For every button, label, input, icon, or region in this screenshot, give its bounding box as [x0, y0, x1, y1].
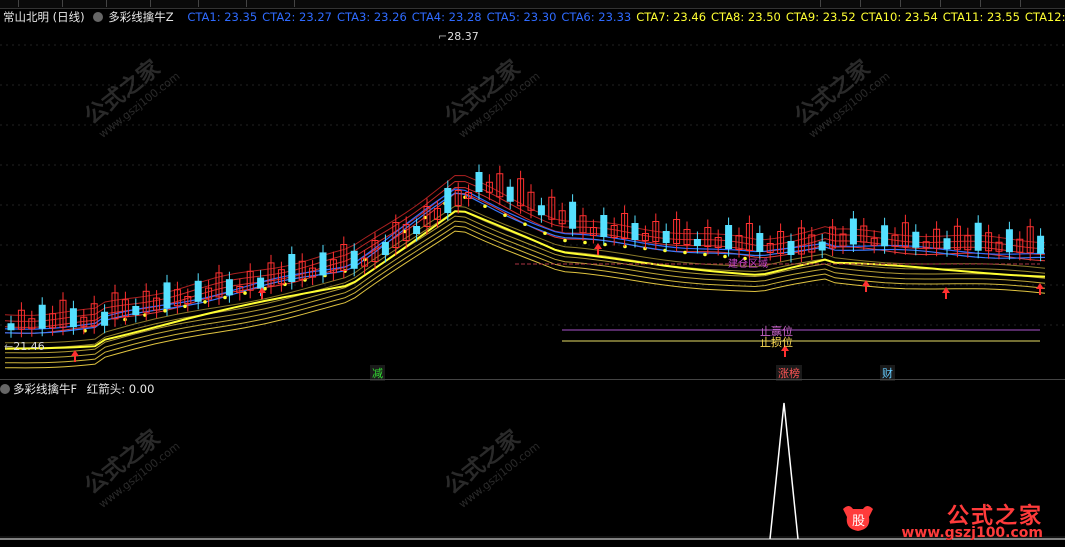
candle-body: [257, 277, 265, 289]
cta-value: CTA1: 23.35: [187, 10, 258, 24]
indicator-name: 多彩线擒牛Z: [108, 10, 174, 24]
sub-indicator-name: 多彩线擒牛F: [13, 382, 78, 396]
indicator-toggle[interactable]: 多彩线擒牛Z: [93, 10, 178, 24]
candle-body: [693, 239, 701, 246]
signal-dot: [483, 204, 487, 209]
dropdown-circle-icon[interactable]: [93, 12, 104, 22]
candle-body: [506, 186, 514, 202]
toolbar-tab[interactable]: [0, 0, 19, 7]
cta-value: CTA5: 23.30: [486, 10, 557, 24]
cta-value: CTA3: 23.26: [336, 10, 407, 24]
signal-dot: [283, 282, 287, 287]
signal-dot: [203, 300, 207, 304]
candle-body: [101, 311, 109, 326]
candle-body: [787, 241, 795, 255]
cta-value: CTA9: 23.52: [785, 10, 856, 24]
candle-body: [381, 242, 389, 255]
toolbar-tab[interactable]: [820, 0, 861, 7]
toolbar-tab[interactable]: [780, 0, 821, 7]
stock-title: 常山北明 (日线): [3, 10, 85, 24]
toolbar-tab[interactable]: [18, 0, 63, 7]
ma-main-line: [4, 210, 1046, 350]
candle-body: [631, 223, 639, 240]
signal-dot: [583, 240, 587, 245]
brand-url: www.gszj100.com: [901, 525, 1043, 541]
candle-body: [725, 225, 733, 249]
toolbar-tab[interactable]: [198, 0, 247, 7]
low-price-label: ←21.46: [4, 340, 45, 353]
candle-body: [537, 205, 545, 216]
cta-value: CTA4: 23.28: [411, 10, 482, 24]
candle-body: [194, 280, 202, 302]
toolbar-tab[interactable]: [900, 0, 941, 7]
candle-body: [163, 282, 171, 309]
toolbar-tab[interactable]: [980, 0, 1021, 7]
candle-body: [475, 172, 483, 192]
signal-spike: [769, 402, 799, 540]
candle-body: [1037, 235, 1045, 254]
mid-zone-label: 建仓区域: [728, 259, 768, 270]
ma-red-line: [4, 192, 1046, 334]
dropdown-circle-icon[interactable]: [0, 384, 10, 394]
ma-blue-line: [4, 188, 1046, 330]
toolbar-tab[interactable]: [62, 0, 107, 7]
signal-dot: [703, 252, 707, 257]
candle-body: [38, 304, 46, 329]
signal-dot: [503, 213, 507, 218]
signal-dot: [543, 231, 547, 236]
candle-body: [818, 241, 826, 251]
candle-body: [600, 215, 608, 237]
candle-body: [943, 238, 951, 250]
signal-dot: [683, 250, 687, 255]
signal-dot: [243, 291, 247, 295]
signal-dot: [563, 238, 567, 243]
toolbar-tab[interactable]: [860, 0, 901, 7]
high-price-label: ⌐28.37: [438, 30, 479, 43]
stop-loss-label: 止损位: [760, 336, 793, 349]
signal-dot: [183, 304, 187, 309]
cta-value: CTA7: 23.46: [636, 10, 707, 24]
buy-arrow-icon: [71, 350, 79, 362]
candle-body: [444, 188, 452, 213]
toolbar-tab[interactable]: [150, 0, 199, 7]
candle-body: [569, 201, 577, 229]
candle-body: [974, 222, 982, 251]
candle-body: [319, 252, 327, 276]
candle-body: [756, 233, 764, 252]
signal-dot: [523, 222, 527, 227]
panel-divider: [0, 379, 1065, 380]
signal-dot: [163, 308, 167, 313]
candle-body: [225, 279, 233, 296]
candle-body: [132, 306, 140, 315]
cta-value: CTA2: 23.27: [262, 10, 332, 24]
candle-body: [662, 231, 670, 243]
candle-body: [912, 231, 920, 248]
cta-values: CTA1: 23.35 CTA2: 23.27 CTA3: 23.26 CTA4: 2…: [187, 10, 1065, 24]
signal-dot: [223, 295, 227, 300]
chart-header: 常山北明 (日线) 多彩线擒牛Z CTA1: 23.35 CTA2: 23.27 C…: [0, 9, 1065, 25]
brand-logo-char: 股: [852, 514, 865, 529]
sub-indicator-value: 红箭头: 0.00: [86, 382, 155, 396]
candle-body: [1005, 229, 1013, 253]
toolbar-tab[interactable]: [1020, 0, 1065, 7]
candle-body: [881, 225, 889, 247]
candle-body: [350, 250, 358, 269]
cta-value: CTA8: 23.50: [711, 10, 781, 24]
candle-body: [69, 308, 77, 328]
toolbar: [0, 0, 1065, 9]
candle-body: [7, 323, 15, 331]
toolbar-tab[interactable]: [106, 0, 151, 7]
sub-header: 多彩线擒牛F 红箭头: 0.00: [0, 381, 154, 397]
brand-logo: 股: [841, 503, 875, 533]
cta-value: CTA6: 23.33: [561, 10, 632, 24]
candle-body: [288, 254, 296, 282]
cta-value: CTA11: 23.55: [942, 10, 1020, 24]
candle-body: [413, 226, 421, 234]
toolbar-tab[interactable]: [246, 0, 295, 7]
toolbar-tab[interactable]: [940, 0, 981, 7]
cta-value: CTA10: 23.54: [860, 10, 938, 24]
cta-value: CTA12: 2: [1024, 10, 1065, 24]
candle-body: [849, 218, 857, 245]
